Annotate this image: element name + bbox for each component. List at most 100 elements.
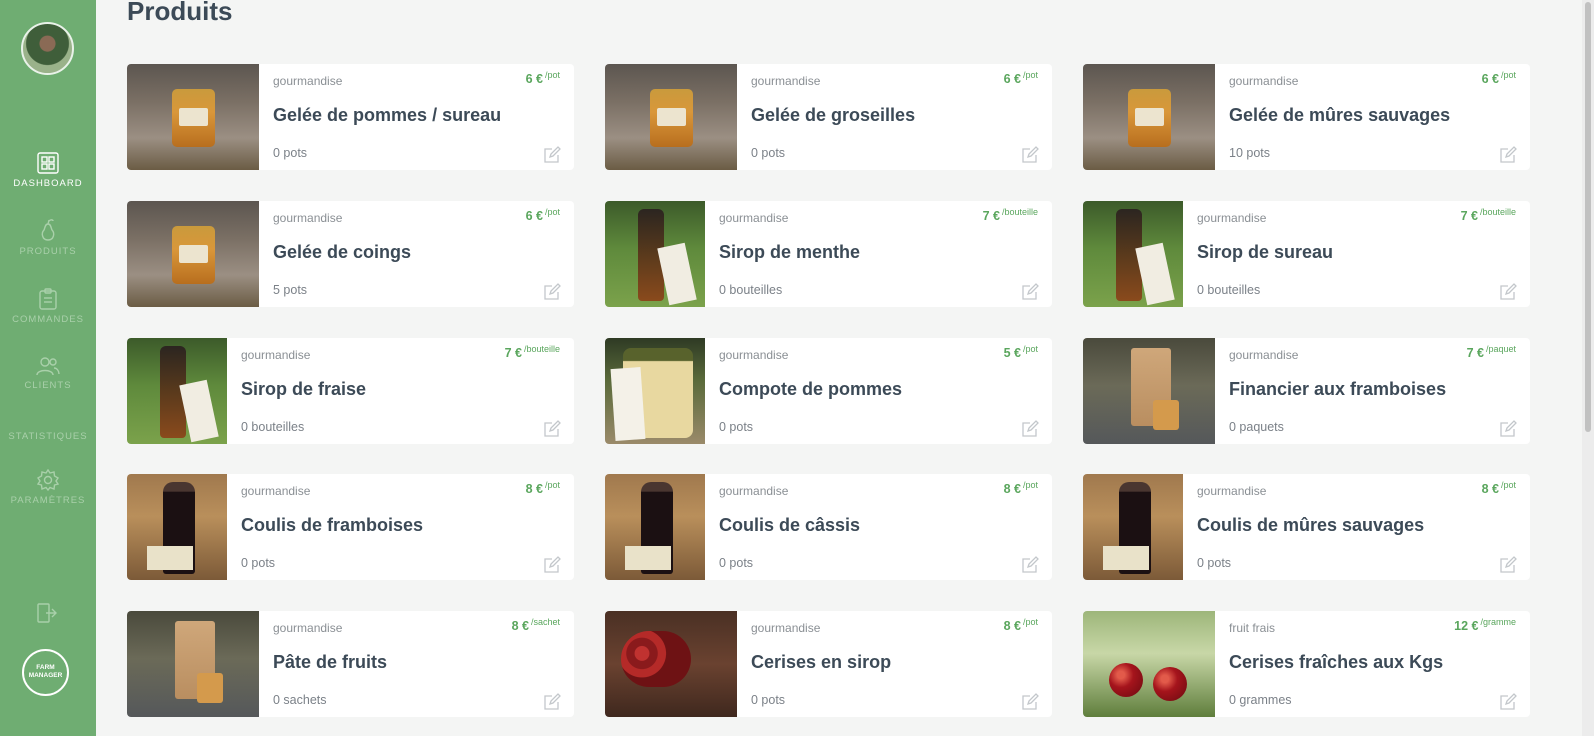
product-image <box>605 201 705 307</box>
page-title: Produits <box>127 0 233 26</box>
edit-icon[interactable] <box>1021 146 1039 164</box>
sidebar: Dashboard Produits Commandes Clients Sta… <box>0 0 96 736</box>
product-image <box>605 611 737 717</box>
edit-icon[interactable] <box>543 556 561 574</box>
product-name: Sirop de fraise <box>241 379 367 399</box>
price-amount: 6 € <box>1003 72 1021 86</box>
product-stock: 0 bouteilles <box>1197 283 1261 297</box>
scrollbar-thumb[interactable] <box>1585 2 1591 432</box>
product-card[interactable]: gourmandise Coulis de câssis 0 pots 8 € /… <box>605 474 1052 580</box>
sidebar-item-label: Paramètres <box>10 495 86 506</box>
price-unit: /sachet <box>530 617 560 627</box>
sidebar-item-dashboard[interactable]: Dashboard <box>0 152 96 189</box>
farm-manager-logo: FARM MANAGER <box>22 649 69 696</box>
product-name: Coulis de mûres sauvages <box>1197 515 1425 535</box>
price-unit: /pot <box>544 480 560 490</box>
edit-icon[interactable] <box>543 420 561 438</box>
product-card[interactable]: gourmandise Cerises en sirop 0 pots 8 € /… <box>605 611 1052 717</box>
product-stock: 0 sachets <box>273 693 327 707</box>
product-image <box>127 64 259 170</box>
product-price: 6 €/pot <box>1482 70 1516 86</box>
edit-icon[interactable] <box>1021 693 1039 711</box>
product-category: gourmandise <box>241 348 311 362</box>
product-card[interactable]: gourmandise Sirop de sureau 0 bouteilles… <box>1083 201 1530 307</box>
product-name: Pâte de fruits <box>273 652 388 672</box>
logo-text: FARM MANAGER <box>28 664 63 679</box>
product-card[interactable]: gourmandise Pâte de fruits 0 sachets 8 €… <box>127 611 574 717</box>
edit-icon[interactable] <box>1499 556 1517 574</box>
main-content: Produits gourmandise Gelée de pommes / s… <box>96 0 1594 736</box>
product-image <box>605 64 737 170</box>
avatar[interactable] <box>21 22 74 75</box>
price-unit: /pot <box>1022 70 1038 80</box>
product-card[interactable]: gourmandise Sirop de fraise 0 bouteilles… <box>127 338 574 444</box>
price-amount: 7 € <box>1466 346 1484 360</box>
product-card[interactable]: gourmandise Financier aux framboises 0 p… <box>1083 338 1530 444</box>
product-price: 7 €/bouteille <box>982 207 1038 223</box>
product-card[interactable]: gourmandise Gelée de mûres sauvages 10 p… <box>1083 64 1530 170</box>
edit-icon[interactable] <box>543 146 561 164</box>
price-amount: 8 € <box>1003 482 1021 496</box>
product-name: Sirop de sureau <box>1197 242 1334 262</box>
dashboard-icon <box>37 152 59 174</box>
price-amount: 7 € <box>982 209 1000 223</box>
price-amount: 5 € <box>1003 346 1021 360</box>
edit-icon[interactable] <box>543 283 561 301</box>
edit-icon[interactable] <box>1499 420 1517 438</box>
price-unit: /pot <box>1022 344 1038 354</box>
product-image <box>1083 474 1183 580</box>
product-card[interactable]: gourmandise Gelée de coings 5 pots 6 €/p… <box>127 201 574 307</box>
price-unit: /pot <box>544 207 560 217</box>
sidebar-item-statistiques[interactable]: Statistiques <box>0 431 96 442</box>
sidebar-item-produits[interactable]: Produits <box>0 218 96 257</box>
product-category: gourmandise <box>273 211 343 225</box>
sidebar-item-parametres[interactable]: Paramètres <box>0 469 96 506</box>
product-category: gourmandise <box>1197 211 1267 225</box>
product-stock: 0 pots <box>719 420 754 434</box>
product-stock: 0 pots <box>751 146 786 160</box>
product-price: 8 €/sachet <box>512 617 560 633</box>
scrollbar[interactable] <box>1582 0 1594 736</box>
price-amount: 7 € <box>504 346 522 360</box>
product-stock: 0 pots <box>273 146 308 160</box>
logout-icon[interactable] <box>36 602 58 624</box>
edit-icon[interactable] <box>1499 283 1517 301</box>
price-amount: 8 € <box>1481 482 1499 496</box>
product-card[interactable]: fruit frais Cerises fraîches aux Kgs 0 g… <box>1083 611 1530 717</box>
price-amount: 6 € <box>525 209 543 223</box>
edit-icon[interactable] <box>1021 556 1039 574</box>
price-amount: 6 € <box>525 72 543 86</box>
product-card[interactable]: gourmandise Sirop de menthe 0 bouteilles… <box>605 201 1052 307</box>
sidebar-item-label: Commandes <box>12 314 84 325</box>
edit-icon[interactable] <box>543 693 561 711</box>
product-price: 6 €/pot <box>525 70 560 86</box>
pear-icon <box>41 219 55 241</box>
product-card[interactable]: gourmandise Gelée de pommes / sureau 0 p… <box>127 64 574 170</box>
price-amount: 8 € <box>525 482 543 496</box>
product-price: 6 €/pot <box>1003 70 1038 86</box>
product-name: Financier aux framboises <box>1229 379 1447 399</box>
price-unit: /pot <box>544 70 560 80</box>
product-name: Cerises en sirop <box>751 652 892 672</box>
product-category: gourmandise <box>273 621 343 635</box>
product-stock: 0 bouteilles <box>719 283 783 297</box>
product-card[interactable]: gourmandise Coulis de framboises 0 pots … <box>127 474 574 580</box>
clipboard-icon <box>39 288 57 310</box>
price-amount: 8 € <box>1003 619 1021 633</box>
sidebar-item-clients[interactable]: Clients <box>0 356 96 391</box>
sidebar-item-commandes[interactable]: Commandes <box>0 288 96 325</box>
product-card[interactable]: gourmandise Coulis de mûres sauvages 0 p… <box>1083 474 1530 580</box>
product-category: gourmandise <box>751 74 821 88</box>
product-card[interactable]: gourmandise Gelée de groseilles 0 pots 6… <box>605 64 1052 170</box>
edit-icon[interactable] <box>1499 693 1517 711</box>
edit-icon[interactable] <box>1021 283 1039 301</box>
product-card[interactable]: gourmandise Compote de pommes 0 pots 5 €… <box>605 338 1052 444</box>
product-image <box>1083 338 1215 444</box>
edit-icon[interactable] <box>1021 420 1039 438</box>
edit-icon[interactable] <box>1499 146 1517 164</box>
product-name: Gelée de coings <box>273 242 412 262</box>
product-image <box>605 474 705 580</box>
product-name: Sirop de menthe <box>719 242 861 262</box>
product-price: 7 €/bouteille <box>504 344 560 360</box>
product-stock: 0 pots <box>1197 556 1232 570</box>
